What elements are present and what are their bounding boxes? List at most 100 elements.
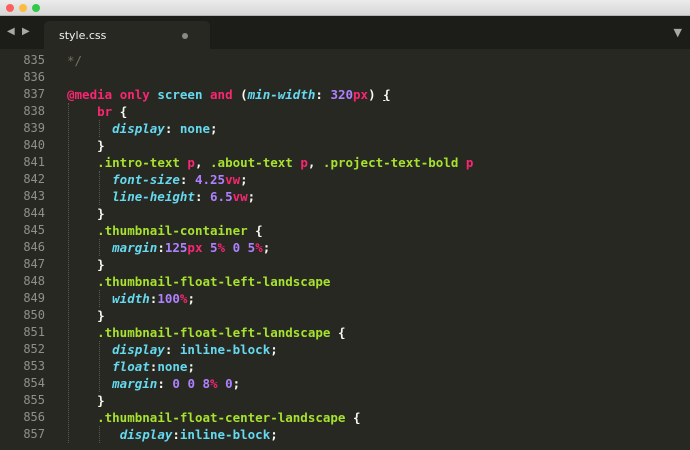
close-window-button[interactable]: [6, 4, 14, 12]
code-token: :: [315, 87, 331, 102]
code-token: min-width: [247, 87, 316, 102]
code-line: }: [67, 205, 105, 222]
code-token: {: [255, 223, 263, 238]
code-token: 4.25: [194, 172, 226, 187]
code-line: }: [67, 137, 105, 154]
code-token: vw: [232, 189, 248, 204]
code-token: ;: [232, 376, 241, 391]
code-token: %: [217, 240, 233, 255]
code-line: br {: [67, 103, 127, 120]
code-line: }: [67, 256, 105, 273]
code-token: }: [67, 206, 105, 221]
code-line: .thumbnail-container {: [67, 222, 263, 239]
tab-menu-chevron-down-icon[interactable]: ▼: [674, 26, 682, 39]
code-token: line-height: [112, 189, 195, 204]
tab-style-css[interactable]: style.css: [44, 21, 210, 49]
code-token: margin: [112, 240, 158, 255]
code-token: 8: [202, 376, 211, 391]
code-token: ,: [194, 155, 211, 170]
code-line: margin:125px 5% 0 5%;: [67, 239, 270, 256]
code-token: (: [240, 87, 248, 102]
code-token: 125: [164, 240, 188, 255]
code-token: 100: [157, 291, 180, 306]
code-token: %: [255, 240, 263, 255]
code-token: px: [187, 240, 210, 255]
code-line: font-size: 4.25vw;: [67, 171, 248, 188]
code-token: font-size: [112, 172, 180, 187]
minimize-window-button[interactable]: [19, 4, 27, 12]
code-token: br: [97, 104, 120, 119]
code-token: 320: [330, 87, 354, 102]
code-token: :: [157, 240, 165, 255]
code-line: .thumbnail-float-left-landscape {: [67, 324, 345, 341]
code-token: display: [119, 427, 173, 442]
unsaved-indicator-icon[interactable]: [182, 33, 188, 39]
code-token: .thumbnail-container: [97, 223, 256, 238]
code-token: @media: [67, 87, 120, 102]
code-token: .project-text-bold: [322, 155, 466, 170]
zoom-window-button[interactable]: [32, 4, 40, 12]
code-line: .thumbnail-float-center-landscape {: [67, 409, 360, 426]
code-token: }: [67, 138, 105, 153]
code-token: vw: [225, 172, 241, 187]
code-token: .about-text: [210, 155, 301, 170]
code-token: {: [383, 87, 391, 102]
code-token: and: [210, 87, 241, 102]
code-line: .intro-text p, .about-text p, .project-t…: [67, 154, 473, 171]
code-token: ;: [262, 240, 271, 255]
nav-prev-icon[interactable]: ◀: [7, 26, 15, 37]
code-token: ;: [270, 427, 278, 442]
code-token: ): [368, 87, 384, 102]
code-editor[interactable]: 835 836 837 838 839 840 841 842 843 844 845 846 847 8…: [0, 49, 690, 450]
code-token: ;: [270, 342, 278, 357]
window-titlebar: [0, 0, 690, 16]
code-token: .intro-text: [97, 155, 188, 170]
code-line: */: [67, 52, 82, 69]
code-token: ,: [307, 155, 323, 170]
code-token: only: [119, 87, 158, 102]
code-token: ;: [240, 172, 248, 187]
code-token: inline-block: [179, 342, 271, 357]
code-token: 0: [225, 376, 233, 391]
code-token: }: [67, 308, 105, 323]
nav-next-icon[interactable]: ▶: [22, 26, 30, 37]
code-token: display: [112, 342, 165, 357]
tab-bar: ◀ ▶ style.css ▼: [0, 16, 690, 49]
code-token: */: [67, 53, 83, 68]
code-token: :: [172, 427, 180, 442]
code-line: margin: 0 0 8% 0;: [67, 375, 240, 392]
code-token: display: [112, 121, 165, 136]
code-token: screen: [157, 87, 211, 102]
code-token: }: [67, 257, 105, 272]
code-area[interactable]: */ @media only screen and (min-width: 320…: [0, 49, 690, 450]
code-line: line-height: 6.5vw;: [67, 188, 255, 205]
code-token: float: [112, 359, 150, 374]
code-token: 0: [232, 240, 248, 255]
code-token: 0: [187, 376, 203, 391]
code-line: width:100%;: [67, 290, 195, 307]
code-token: p: [300, 155, 308, 170]
code-token: ;: [210, 121, 218, 136]
code-line: }: [67, 392, 105, 409]
code-line: }: [67, 307, 105, 324]
code-token: }: [67, 393, 105, 408]
code-token: 5: [210, 240, 218, 255]
code-token: {: [337, 325, 346, 340]
code-line: display:inline-block;: [67, 426, 278, 443]
code-token: none: [157, 359, 188, 374]
code-token: ;: [187, 291, 195, 306]
tab-title: style.css: [59, 29, 107, 42]
code-line: float:none;: [67, 358, 195, 375]
code-token: ;: [247, 189, 256, 204]
